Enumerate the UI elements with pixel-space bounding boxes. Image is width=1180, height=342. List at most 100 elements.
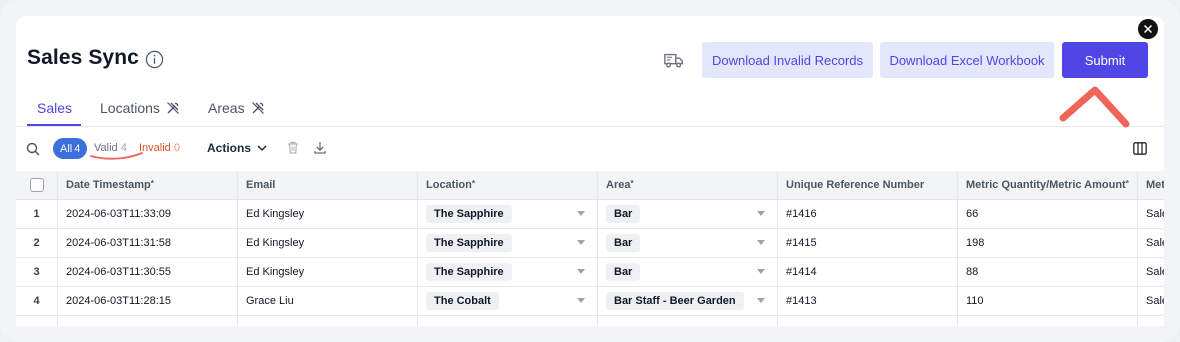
email-cell[interactable]: Ed Kingsley — [238, 229, 418, 257]
date-cell[interactable]: 2024-06-03T11:33:09 — [58, 200, 238, 228]
select-all-cell — [16, 171, 58, 199]
tab-areas[interactable]: Areas — [208, 100, 265, 116]
table-row[interactable]: 1 2024-06-03T11:33:09 Ed Kingsley The Sa… — [16, 200, 1164, 229]
trash-icon[interactable] — [286, 140, 300, 155]
email-cell[interactable]: Ed Kingsley — [238, 258, 418, 286]
date-cell[interactable]: 2024-06-03T11:28:15 — [58, 287, 238, 315]
email-cell[interactable]: Ed Kingsley — [238, 200, 418, 228]
date-cell[interactable]: 2024-06-03T11:31:58 — [58, 229, 238, 257]
tabs-divider — [16, 126, 1164, 127]
download-invalid-records-button[interactable]: Download Invalid Records — [702, 42, 873, 78]
column-header-quantity[interactable]: Metric Quantity/Metric Amount * — [958, 171, 1138, 199]
filter-invalid-label: Invalid — [139, 142, 171, 154]
caret-down-icon — [577, 298, 585, 303]
close-icon — [1143, 24, 1153, 34]
sales-sync-panel: Sales Sync Download Invalid Records Down… — [16, 16, 1164, 326]
tools-disabled-icon — [167, 102, 179, 114]
column-header-location[interactable]: Location * — [418, 171, 598, 199]
date-cell[interactable]: 2024-06-03T11:30:55 — [58, 258, 238, 286]
column-header-metric-label: Met — [1146, 179, 1164, 191]
location-select[interactable]: The Sapphire — [418, 258, 598, 286]
filter-invalid[interactable]: Invalid 0 — [139, 142, 180, 154]
column-header-area[interactable]: Area * — [598, 171, 778, 199]
area-chip: Bar Staff - Beer Garden — [606, 292, 744, 310]
required-mark: * — [150, 178, 154, 188]
reference-cell[interactable]: #1413 — [778, 287, 958, 315]
location-select[interactable]: The Sapphire — [418, 229, 598, 257]
actions-dropdown[interactable]: Actions — [207, 141, 267, 155]
row-index: 1 — [16, 200, 58, 228]
empty-cell — [238, 316, 418, 326]
location-select[interactable]: The Cobalt — [418, 287, 598, 315]
quantity-cell[interactable]: 88 — [958, 258, 1138, 286]
row-index: 3 — [16, 258, 58, 286]
filter-valid-count: 4 — [120, 142, 127, 154]
table-header-row: Date Timestamp * Email Location * Area * Un… — [16, 171, 1164, 200]
filter-valid-label: Valid — [94, 142, 118, 154]
area-chip: Bar — [606, 205, 641, 223]
area-select[interactable]: Bar — [598, 258, 778, 286]
filter-all-count: 4 — [74, 142, 81, 155]
truck-icon[interactable] — [663, 50, 685, 70]
quantity-cell[interactable]: 198 — [958, 229, 1138, 257]
download-excel-workbook-button[interactable]: Download Excel Workbook — [880, 42, 1054, 78]
metric-cell[interactable]: Sale — [1138, 229, 1164, 257]
info-icon[interactable] — [145, 50, 164, 69]
column-header-metric[interactable]: Met — [1138, 171, 1164, 199]
close-button[interactable] — [1136, 17, 1160, 41]
column-header-location-label: Location — [426, 179, 472, 191]
column-header-quantity-label: Metric Quantity/Metric Amount — [966, 179, 1126, 191]
row-index: 2 — [16, 229, 58, 257]
column-header-email[interactable]: Email — [238, 171, 418, 199]
reference-cell[interactable]: #1415 — [778, 229, 958, 257]
empty-cell — [1138, 316, 1164, 326]
metric-cell[interactable]: Sale — [1138, 258, 1164, 286]
page-title: Sales Sync — [27, 46, 139, 69]
area-select[interactable]: Bar — [598, 200, 778, 228]
caret-down-icon — [757, 269, 765, 274]
column-header-date-label: Date Timestamp — [66, 179, 151, 191]
columns-icon[interactable] — [1133, 142, 1147, 155]
table-row-empty — [16, 316, 1164, 326]
metric-cell[interactable]: Sale — [1138, 200, 1164, 228]
table-row[interactable]: 2 2024-06-03T11:31:58 Ed Kingsley The Sa… — [16, 229, 1164, 258]
empty-cell — [598, 316, 778, 326]
area-select[interactable]: Bar — [598, 229, 778, 257]
table-row[interactable]: 4 2024-06-03T11:28:15 Grace Liu The Coba… — [16, 287, 1164, 316]
area-select[interactable]: Bar Staff - Beer Garden — [598, 287, 778, 315]
tab-locations-label: Locations — [100, 100, 160, 116]
required-mark: * — [630, 178, 634, 188]
caret-down-icon — [757, 240, 765, 245]
row-index: 4 — [16, 287, 58, 315]
quantity-cell[interactable]: 110 — [958, 287, 1138, 315]
required-mark: * — [1125, 178, 1129, 188]
tab-locations[interactable]: Locations — [100, 100, 180, 116]
email-cell[interactable]: Grace Liu — [238, 287, 418, 315]
filter-valid[interactable]: Valid 4 — [94, 142, 127, 154]
select-all-checkbox[interactable] — [29, 178, 44, 192]
empty-cell — [958, 316, 1138, 326]
column-header-date[interactable]: Date Timestamp * — [58, 171, 238, 199]
area-chip: Bar — [606, 234, 641, 252]
column-header-email-label: Email — [246, 179, 276, 191]
column-header-reference[interactable]: Unique Reference Number — [778, 171, 958, 199]
column-header-reference-label: Unique Reference Number — [786, 179, 925, 191]
filter-all[interactable]: All 4 — [53, 138, 88, 159]
tab-areas-label: Areas — [208, 100, 245, 116]
reference-cell[interactable]: #1416 — [778, 200, 958, 228]
metric-cell[interactable]: Sale — [1138, 287, 1164, 315]
tab-sales[interactable]: Sales — [37, 100, 72, 116]
actions-label: Actions — [207, 141, 252, 155]
location-select[interactable]: The Sapphire — [418, 200, 598, 228]
submit-button[interactable]: Submit — [1062, 42, 1148, 78]
search-icon[interactable] — [26, 142, 40, 156]
caret-down-icon — [577, 211, 585, 216]
caret-down-icon — [757, 211, 765, 216]
location-chip: The Cobalt — [426, 292, 499, 310]
table-row[interactable]: 3 2024-06-03T11:30:55 Ed Kingsley The Sa… — [16, 258, 1164, 287]
location-chip: The Sapphire — [426, 205, 512, 223]
download-icon[interactable] — [313, 140, 327, 155]
empty-cell — [418, 316, 598, 326]
quantity-cell[interactable]: 66 — [958, 200, 1138, 228]
reference-cell[interactable]: #1414 — [778, 258, 958, 286]
